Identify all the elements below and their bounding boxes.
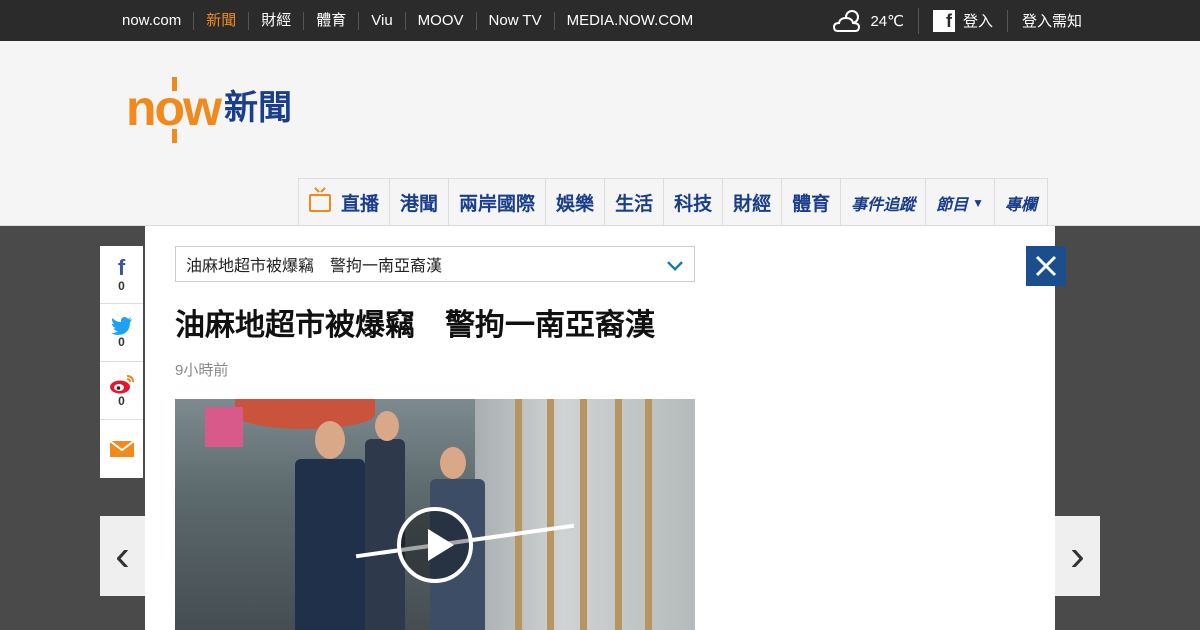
site-logo[interactable]: now 新聞 [126,77,292,143]
logo-now: now [126,77,222,143]
logo-suffix: 新聞 [223,89,292,127]
top-link-nowtv[interactable]: Now TV [475,11,554,30]
temperature: 24℃ [870,12,904,30]
top-link-news[interactable]: 新聞 [193,11,248,30]
email-icon [109,441,134,457]
top-link-media[interactable]: MEDIA.NOW.COM [553,11,706,30]
nav-local[interactable]: 港聞 [389,179,448,226]
chevron-down-icon: ▼ [972,195,985,210]
facebook-login-label: 登入 [962,13,993,30]
nav-live[interactable]: 直播 [298,179,389,226]
top-link-finance[interactable]: 財經 [248,11,303,30]
next-article-button[interactable]: › [1055,516,1100,596]
tv-icon [309,193,331,212]
nav-life[interactable]: 生活 [604,179,663,226]
top-link-moov[interactable]: MOOV [404,11,476,30]
share-email[interactable] [100,420,143,478]
shop-sign-image [205,407,243,447]
share-weibo[interactable]: 0 [100,362,143,420]
cloud-sun-icon [833,9,861,32]
nav-international[interactable]: 兩岸國際 [448,179,545,226]
chevron-left-icon: ‹ [115,531,130,580]
nav-columns[interactable]: 專欄 [994,179,1049,226]
article-title: 油麻地超市被爆竊 警拘一南亞裔漢 [175,309,655,342]
close-button[interactable] [1026,246,1066,286]
chevron-down-icon [667,255,683,271]
share-twitter[interactable]: 0 [100,304,143,362]
nav-entertainment[interactable]: 娛樂 [545,179,604,226]
article-select-value: 油麻地超市被爆竊 警拘一南亞裔漢 [186,258,443,275]
top-link-sports[interactable]: 體育 [303,11,358,30]
chevron-right-icon: › [1070,531,1085,580]
nav-sports[interactable]: 體育 [781,179,840,226]
share-facebook[interactable]: f 0 [100,246,143,304]
nav-tech[interactable]: 科技 [663,179,722,226]
previous-article-button[interactable]: ‹ [100,516,145,596]
weibo-count: 0 [118,393,125,408]
police-officer-image [295,459,365,630]
weather: 24℃ [832,7,919,34]
facebook-icon: f [932,9,955,32]
site-header: now 新聞 直播 港聞 兩岸國際 娛樂 生活 科技 財經 體育 事件追蹤 節目… [0,41,1200,226]
weibo-icon [109,374,134,393]
top-link-viu[interactable]: Viu [358,11,404,30]
nav-live-label: 直播 [341,194,380,215]
main-nav: 直播 港聞 兩岸國際 娛樂 生活 科技 財經 體育 事件追蹤 節目 ▼ 專欄 [298,178,1049,226]
top-link-now[interactable]: now.com [110,12,193,30]
video-player[interactable] [175,399,695,630]
article-select-dropdown[interactable]: 油麻地超市被爆竊 警拘一南亞裔漢 [175,246,695,282]
article-panel: 油麻地超市被爆竊 警拘一南亞裔漢 油麻地超市被爆竊 警拘一南亞裔漢 9小時前 [145,226,1066,630]
twitter-count: 0 [118,334,125,349]
nav-programmes[interactable]: 節目 ▼ [925,179,994,226]
share-bar: f 0 0 0 [100,246,143,478]
awning-image [235,399,375,429]
nav-tracking[interactable]: 事件追蹤 [840,179,925,226]
nav-finance[interactable]: 財經 [722,179,781,226]
facebook-login[interactable]: f 登入 [919,9,1008,32]
top-nav: now.com 新聞 財經 體育 Viu MOOV Now TV MEDIA.N… [110,0,705,41]
top-bar: now.com 新聞 財經 體育 Viu MOOV Now TV MEDIA.N… [0,0,1200,41]
facebook-icon: f [117,254,126,280]
facebook-count: 0 [118,278,125,293]
twitter-icon [110,316,132,335]
top-right: 24℃ f 登入 登入需知 [832,0,1082,41]
close-icon [1035,255,1057,277]
play-icon[interactable] [397,507,473,583]
article-timestamp: 9小時前 [175,362,229,379]
login-help-link[interactable]: 登入需知 [1008,10,1082,31]
nav-programmes-label: 節目 [936,196,969,214]
